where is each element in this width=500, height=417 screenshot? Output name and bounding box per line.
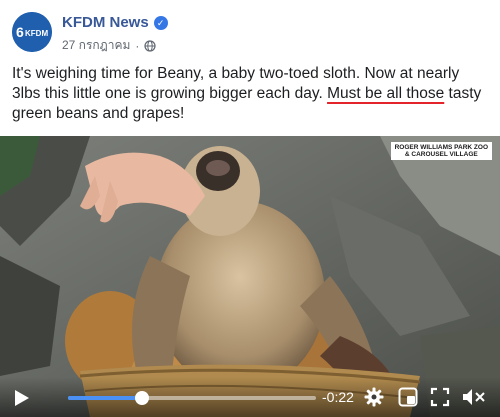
sloth-video-frame	[0, 136, 500, 417]
watermark-line2: & CAROUSEL VILLAGE	[404, 151, 478, 158]
video-player[interactable]: ROGER WILLIAMS PARK ZOO & CAROUSEL VILLA…	[0, 136, 500, 417]
volume-icon[interactable]	[462, 387, 486, 407]
post-text-underlined: Must be all those	[327, 85, 445, 102]
post-meta: 27 กรกฎาคม ·	[62, 36, 156, 55]
progress-bar[interactable]	[68, 391, 316, 405]
meta-separator: ·	[135, 38, 140, 53]
globe-icon[interactable]	[144, 39, 156, 52]
progress-knob[interactable]	[135, 391, 150, 405]
pip-icon[interactable]	[398, 387, 418, 407]
page-name-row: KFDM News ✓	[62, 14, 168, 31]
kfdm-logo: 6 KFDM	[12, 12, 52, 52]
page-name[interactable]: KFDM News	[62, 14, 149, 31]
post-date[interactable]: 27 กรกฎาคม	[62, 36, 130, 55]
zoo-watermark: ROGER WILLIAMS PARK ZOO & CAROUSEL VILLA…	[390, 142, 492, 160]
page-avatar[interactable]: 6 KFDM	[12, 12, 52, 52]
gear-icon[interactable]	[364, 387, 384, 407]
post-text: It's weighing time for Beany, a baby two…	[12, 64, 490, 124]
video-controls: -0:22	[0, 377, 500, 417]
avatar-text: KFDM	[25, 29, 48, 38]
fullscreen-icon[interactable]	[430, 387, 450, 407]
play-icon[interactable]	[14, 389, 30, 407]
post-header: 6 KFDM KFDM News ✓ 27 กรกฎาคม ·	[0, 0, 500, 60]
progress-fill	[68, 396, 143, 400]
time-remaining: -0:22	[322, 389, 354, 405]
verified-icon: ✓	[153, 15, 168, 30]
avatar-number: 6	[16, 24, 24, 40]
watermark-line1: ROGER WILLIAMS PARK ZOO	[394, 144, 488, 151]
